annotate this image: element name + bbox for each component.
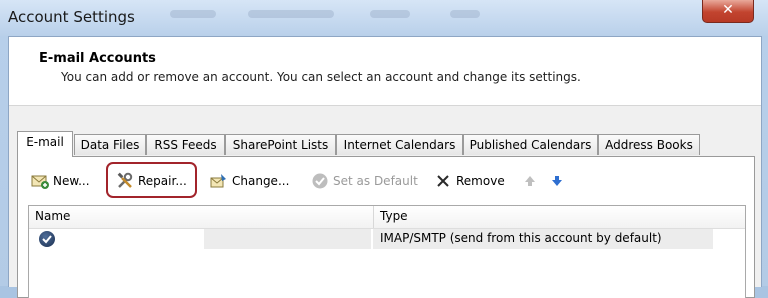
set-default-button[interactable]: Set as Default — [311, 171, 418, 191]
set-default-label: Set as Default — [333, 174, 418, 188]
section-title: E-mail Accounts — [39, 51, 156, 66]
remove-x-icon — [434, 172, 452, 190]
account-settings-window: Account Settings ✕ E-mail Accounts You c… — [0, 0, 768, 298]
move-down-arrow-icon — [548, 172, 566, 190]
close-button[interactable]: ✕ — [702, 0, 754, 23]
column-header-type[interactable]: Type — [380, 209, 408, 223]
move-down-button[interactable] — [548, 171, 566, 191]
repair-highlight-annotation — [106, 162, 197, 198]
tab-address-books[interactable]: Address Books — [598, 134, 700, 155]
column-header-name[interactable]: Name — [35, 209, 70, 223]
close-icon: ✕ — [722, 2, 734, 18]
new-account-icon — [31, 172, 49, 190]
background-blur — [370, 10, 410, 18]
change-account-button[interactable]: Change... — [210, 171, 289, 191]
remove-label: Remove — [456, 174, 505, 188]
background-blur — [248, 10, 334, 18]
account-type-cell: IMAP/SMTP (send from this account by def… — [380, 231, 662, 245]
account-name-cell — [204, 229, 371, 249]
remove-account-button[interactable]: Remove — [434, 171, 505, 191]
tab-published-calendars[interactable]: Published Calendars — [463, 134, 598, 155]
new-account-button[interactable]: New... — [31, 171, 90, 191]
list-header: Name Type — [29, 206, 745, 229]
email-tab-panel: New... Repair... Change... Set as Defaul… — [17, 156, 755, 298]
default-account-check-icon — [39, 231, 55, 247]
column-divider[interactable] — [373, 206, 374, 228]
dialog-header: E-mail Accounts You can add or remove an… — [9, 37, 761, 106]
new-account-label: New... — [53, 174, 90, 188]
tab-data-files[interactable]: Data Files — [74, 134, 146, 155]
change-account-icon — [210, 172, 228, 190]
move-up-button[interactable] — [521, 171, 539, 191]
section-description: You can add or remove an account. You ca… — [61, 70, 581, 84]
background-blur — [170, 10, 216, 18]
set-default-check-icon — [311, 172, 329, 190]
dialog-client-area: E-mail Accounts You can add or remove an… — [8, 36, 762, 298]
tab-internet-calendars[interactable]: Internet Calendars — [336, 134, 463, 155]
title-bar[interactable]: Account Settings ✕ — [0, 0, 768, 36]
tab-email[interactable]: E-mail — [17, 131, 73, 157]
window-title: Account Settings — [8, 8, 135, 26]
move-up-arrow-icon — [521, 172, 539, 190]
table-row[interactable]: IMAP/SMTP (send from this account by def… — [29, 229, 745, 249]
tab-sharepoint-lists[interactable]: SharePoint Lists — [225, 134, 336, 155]
tab-rss-feeds[interactable]: RSS Feeds — [146, 134, 225, 155]
background-blur — [450, 10, 480, 18]
change-account-label: Change... — [232, 174, 290, 188]
accounts-list[interactable]: Name Type IMAP/SMTP (send from this acco… — [28, 205, 746, 298]
